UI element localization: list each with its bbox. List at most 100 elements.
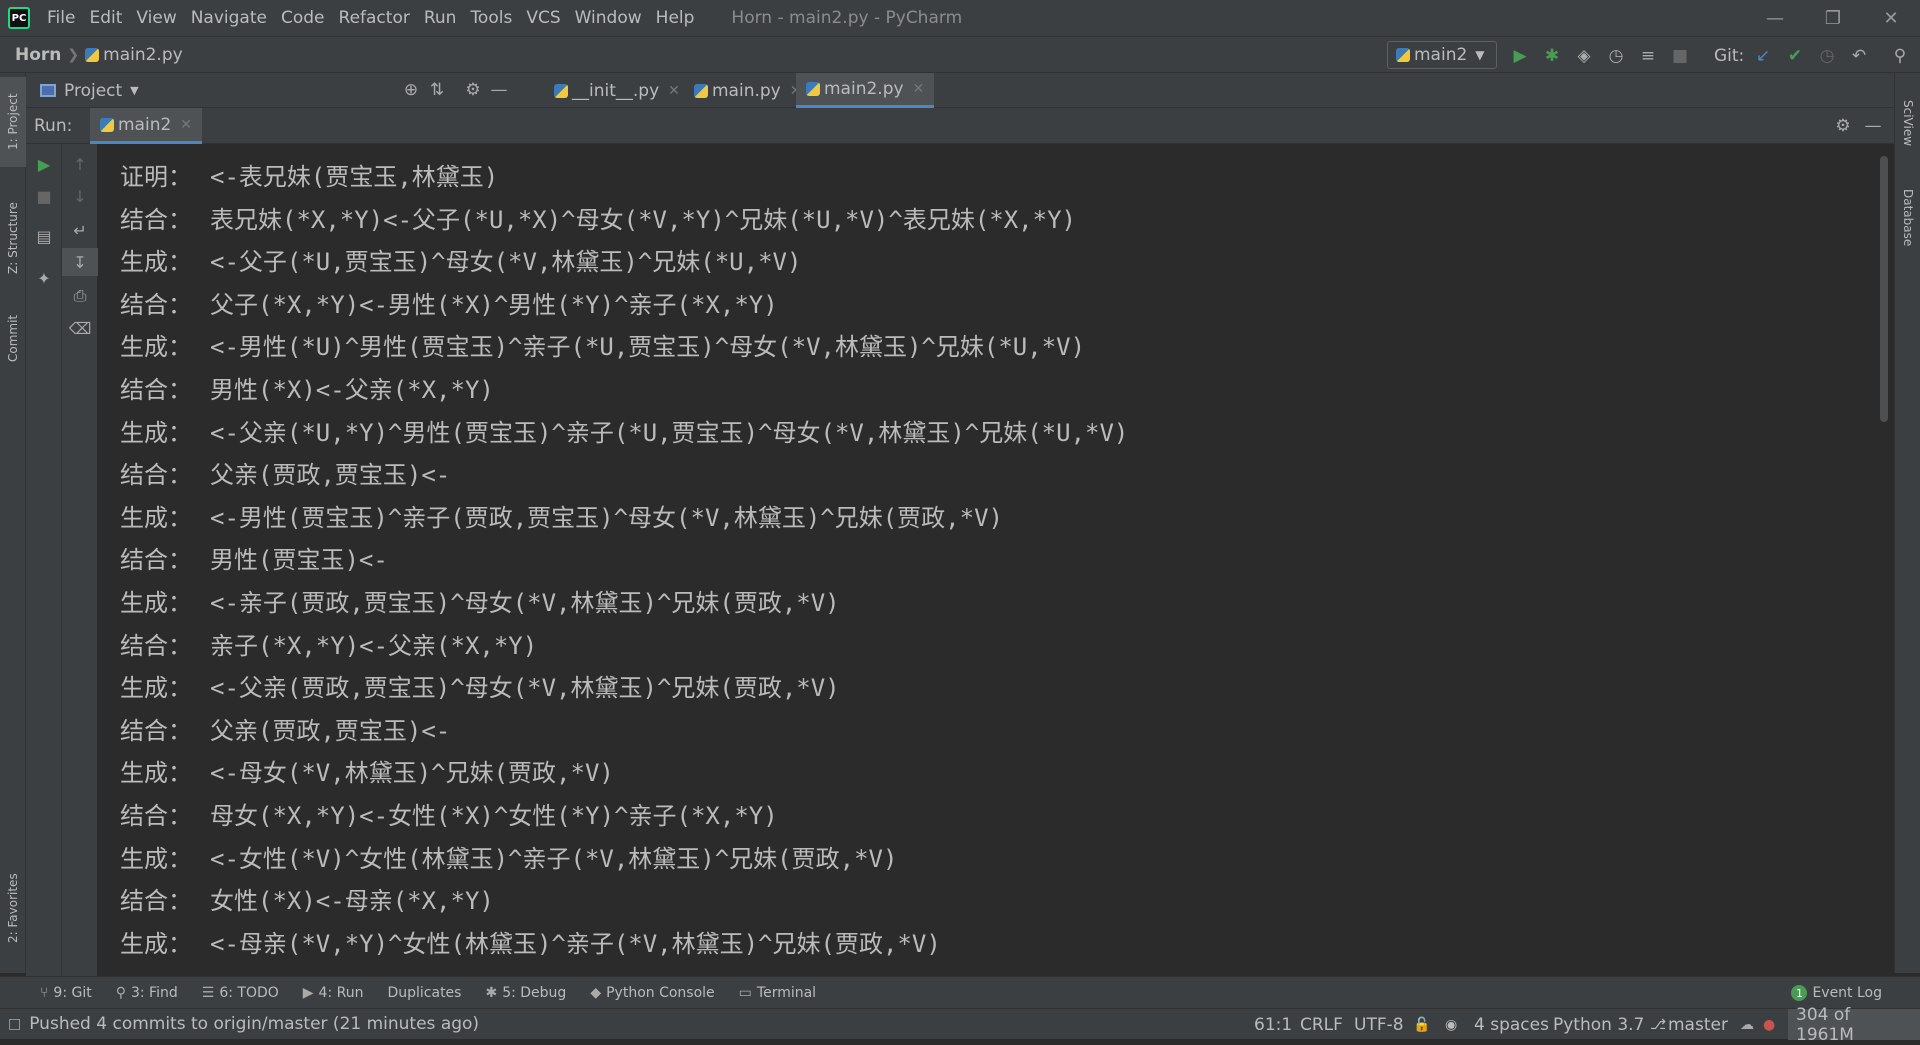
menu-view[interactable]: View xyxy=(129,0,183,36)
bottom-tab-5-debug[interactable]: ✱ 5: Debug xyxy=(485,985,566,1001)
arrow-down-icon[interactable]: ↓ xyxy=(62,182,98,210)
close-tab-icon[interactable]: ✕ xyxy=(913,81,925,97)
python-file-icon xyxy=(806,82,820,96)
chevron-down-icon: ▼ xyxy=(1475,48,1485,62)
run-tab-label: main2 xyxy=(118,114,172,135)
bottom-tab-9-git[interactable]: ⑂ 9: Git xyxy=(40,985,92,1001)
cloud-icon[interactable]: ☁ xyxy=(1740,1009,1754,1040)
pin-icon[interactable]: ✦ xyxy=(26,264,62,292)
rerun-icon[interactable]: ▶ xyxy=(26,150,62,178)
git-commit-icon[interactable]: ✔ xyxy=(1784,45,1806,67)
arrow-up-icon[interactable]: ↑ xyxy=(62,150,98,178)
tool-tab-favorites[interactable]: 2: Favorites xyxy=(0,853,26,963)
console-line-kind: 结合： xyxy=(120,631,192,660)
tool-tab-sciview[interactable]: SciView xyxy=(1895,83,1920,163)
line-separator[interactable]: CRLF xyxy=(1300,1009,1343,1040)
close-tab-icon[interactable]: ✕ xyxy=(180,117,192,133)
menu-code[interactable]: Code xyxy=(274,0,332,36)
soft-wrap-icon[interactable]: ↵ xyxy=(62,216,98,244)
caret-position[interactable]: 61:1 xyxy=(1254,1009,1292,1040)
console-line: 生成： <-母女(*V,林黛玉)^兄妹(贾政,*V) xyxy=(120,752,1878,795)
project-folder-icon xyxy=(40,84,56,97)
trash-icon[interactable]: ⌫ xyxy=(62,314,98,342)
git-history-icon[interactable]: ◷ xyxy=(1816,45,1838,67)
gear-icon[interactable]: ⚙ xyxy=(462,79,484,101)
python-interpreter[interactable]: Python 3.7 xyxy=(1553,1009,1644,1040)
menu-help[interactable]: Help xyxy=(649,0,702,36)
bottom-tab-6-todo[interactable]: ☰ 6: TODO xyxy=(202,985,279,1001)
tool-tab-commit[interactable]: Commit xyxy=(0,298,26,378)
console-line-kind: 生成： xyxy=(120,418,192,447)
run-configuration-select[interactable]: main2 ▼ xyxy=(1387,41,1497,69)
restore-icon[interactable]: ❐ xyxy=(1804,0,1862,36)
tab-main-py[interactable]: main.py ✕ xyxy=(684,73,811,108)
stop-icon[interactable]: ■ xyxy=(26,182,62,210)
console-line-kind: 结合： xyxy=(120,716,192,745)
git-branch[interactable]: master xyxy=(1668,1009,1728,1040)
menu-edit[interactable]: Edit xyxy=(82,0,129,36)
hide-panel-icon[interactable]: — xyxy=(1862,115,1884,137)
menu-navigate[interactable]: Navigate xyxy=(184,0,274,36)
run-icon[interactable]: ▶ xyxy=(1509,45,1531,67)
inspector-icon[interactable]: ◉ xyxy=(1445,1009,1457,1040)
tool-tab-project[interactable]: 1: Project xyxy=(0,77,26,167)
console-line: 结合： 父子(*X,*Y)<-男性(*X)^男性(*Y)^亲子(*X,*Y) xyxy=(120,284,1878,327)
gear-icon[interactable]: ⚙ xyxy=(1832,115,1854,137)
breadcrumb-file[interactable]: main2.py xyxy=(103,45,183,65)
menu-tools[interactable]: Tools xyxy=(463,0,519,36)
status-panel-icon[interactable]: □ xyxy=(8,1016,21,1032)
console-line-text: <-男性(贾宝玉)^亲子(贾政,贾宝玉)^母女(*V,林黛玉)^兄妹(贾政,*V… xyxy=(210,503,1003,532)
hide-panel-icon[interactable]: — xyxy=(488,79,510,101)
error-icon[interactable]: ● xyxy=(1763,1009,1775,1040)
build-icon[interactable]: ≡ xyxy=(1637,45,1659,67)
run-tab-main2[interactable]: main2 ✕ xyxy=(90,108,203,144)
layout-icon[interactable]: ▤ xyxy=(26,222,62,250)
menu-window[interactable]: Window xyxy=(568,0,649,36)
menu-refactor[interactable]: Refactor xyxy=(332,0,417,36)
tab-label: __init__.py xyxy=(572,80,660,101)
scroll-to-end-icon[interactable]: ↧ xyxy=(62,248,98,276)
python-icon xyxy=(100,117,114,132)
indent-setting[interactable]: 4 spaces xyxy=(1474,1009,1549,1040)
stop-icon[interactable]: ■ xyxy=(1669,45,1691,67)
chevron-down-icon: ▼ xyxy=(130,84,139,97)
menu-run[interactable]: Run xyxy=(417,0,464,36)
menu-vcs[interactable]: VCS xyxy=(519,0,567,36)
console-line-text: 父子(*X,*Y)<-男性(*X)^男性(*Y)^亲子(*X,*Y) xyxy=(210,290,778,319)
search-everywhere-icon[interactable]: ⚲ xyxy=(1889,45,1911,67)
lock-icon[interactable]: 🔓 xyxy=(1413,1009,1430,1040)
git-update-icon[interactable]: ↙ xyxy=(1752,45,1774,67)
profile-icon[interactable]: ◷ xyxy=(1605,45,1627,67)
memory-indicator[interactable]: 304 of 1961M xyxy=(1788,1005,1920,1045)
tab-init-py[interactable]: __init__.py ✕ xyxy=(544,73,690,108)
collapse-all-icon[interactable]: ⇅ xyxy=(426,79,448,101)
tool-tab-database[interactable]: Database xyxy=(1895,173,1920,263)
console-line: 结合： 母女(*X,*Y)<-女性(*X)^女性(*Y)^亲子(*X,*Y) xyxy=(120,795,1878,838)
console-line: 生成： <-女性(*V)^女性(林黛玉)^亲子(*V,林黛玉)^兄妹(贾政,*V) xyxy=(120,838,1878,881)
bottom-tab-3-find[interactable]: ⚲ 3: Find xyxy=(116,985,178,1001)
coverage-icon[interactable]: ◈ xyxy=(1573,45,1595,67)
locate-file-icon[interactable]: ⊕ xyxy=(400,79,422,101)
git-rollback-icon[interactable]: ↶ xyxy=(1848,45,1870,67)
minimize-icon[interactable]: — xyxy=(1746,0,1804,36)
console-line-text: <-父亲(*U,*Y)^男性(贾宝玉)^亲子(*U,贾宝玉)^母女(*V,林黛玉… xyxy=(210,418,1129,447)
menu-file[interactable]: File xyxy=(40,0,82,36)
console-scrollbar[interactable] xyxy=(1880,156,1888,422)
tab-main2-py[interactable]: main2.py ✕ xyxy=(796,73,935,108)
status-message[interactable]: Pushed 4 commits to origin/master (21 mi… xyxy=(29,1014,479,1034)
console-output[interactable]: 证明： <-表兄妹(贾宝玉,林黛玉) 结合： 表兄妹(*X,*Y)<-父子(*U,*X… xyxy=(98,144,1878,976)
tool-tab-structure[interactable]: Z: Structure xyxy=(0,183,26,293)
project-tool-header[interactable]: Project ▼ xyxy=(40,73,139,108)
debug-icon[interactable]: ✱ xyxy=(1541,45,1563,67)
bottom-tab-4-run[interactable]: ▶ 4: Run xyxy=(303,985,364,1001)
close-tab-icon[interactable]: ✕ xyxy=(668,83,680,99)
print-icon[interactable]: ⎙ xyxy=(62,282,98,310)
close-window-icon[interactable]: ✕ xyxy=(1862,0,1920,36)
bottom-tab-python-console[interactable]: ◆ Python Console xyxy=(590,985,714,1001)
bottom-tab-duplicates[interactable]: Duplicates xyxy=(387,985,461,1001)
file-encoding[interactable]: UTF-8 xyxy=(1354,1009,1404,1040)
bottom-tab-terminal[interactable]: ▭ Terminal xyxy=(739,985,816,1001)
bottom-tab-label: 9: Git xyxy=(53,984,92,1001)
breadcrumb-project[interactable]: Horn xyxy=(15,45,61,65)
console-line-text: <-父子(*U,贾宝玉)^母女(*V,林黛玉)^兄妹(*U,*V) xyxy=(210,248,802,277)
